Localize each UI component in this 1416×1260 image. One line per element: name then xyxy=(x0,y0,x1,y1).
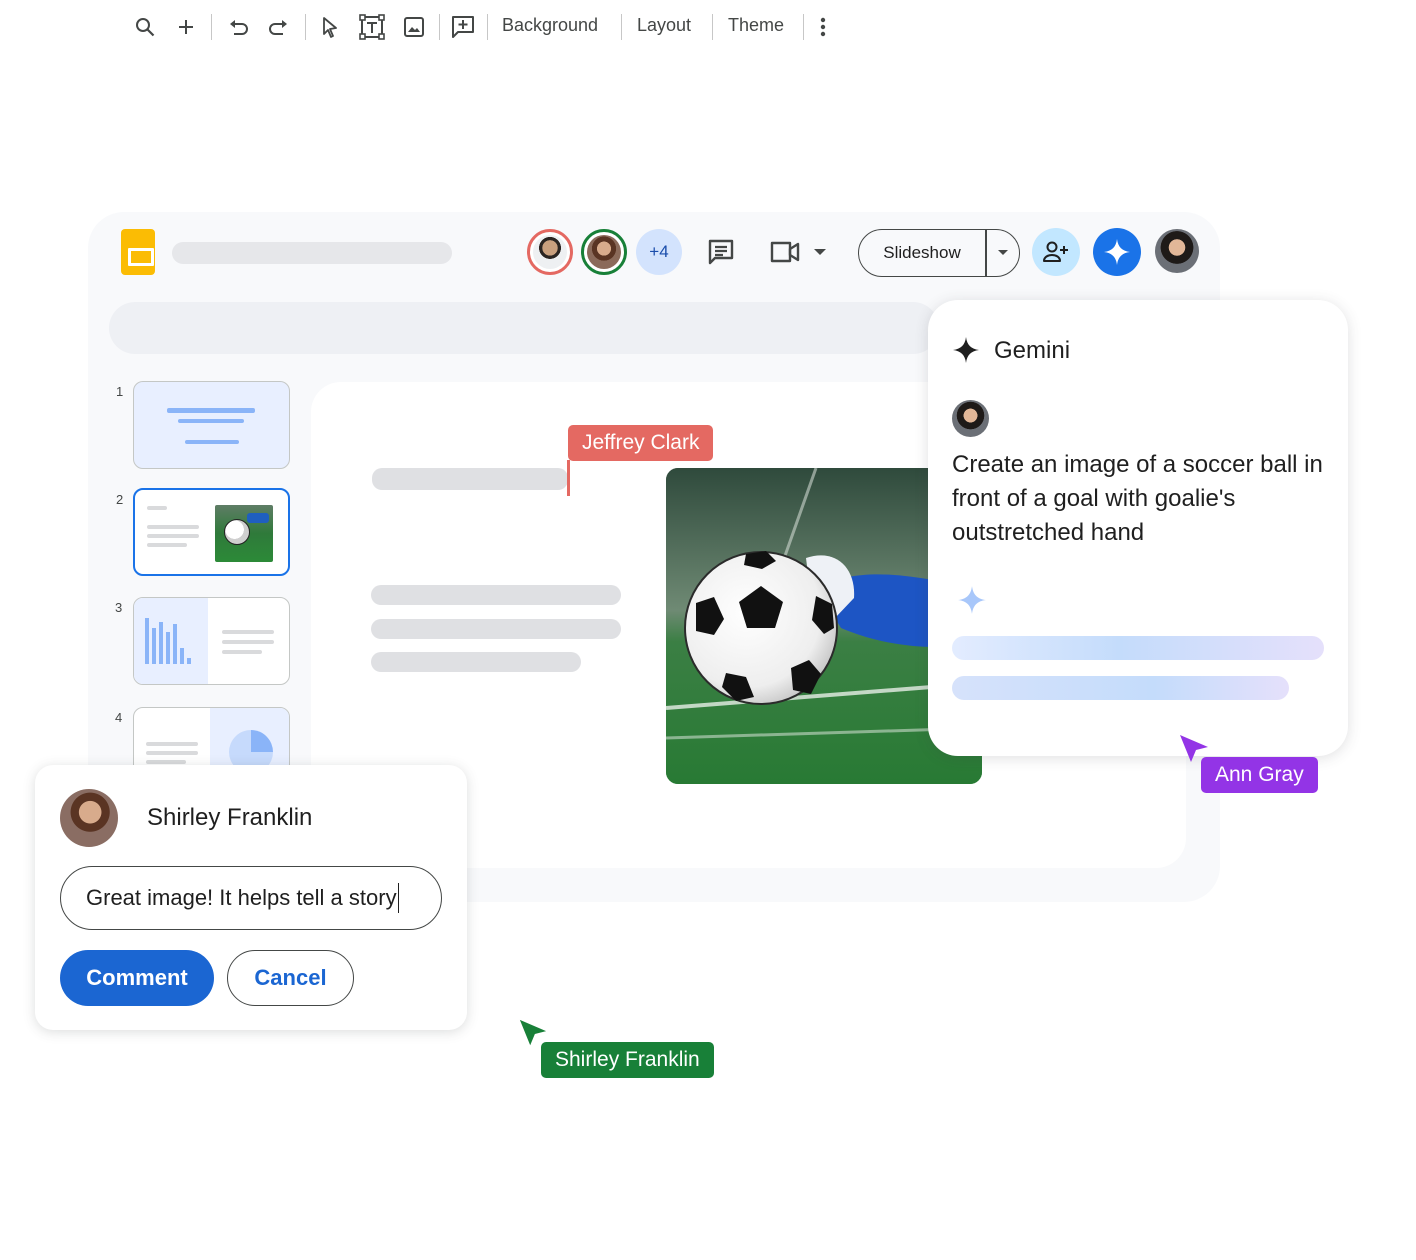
slide-number: 1 xyxy=(116,384,124,399)
collaborator-avatar-jeffrey[interactable] xyxy=(527,229,573,275)
slide-number: 2 xyxy=(116,492,124,507)
comment-input[interactable]: Great image! It helps tell a story xyxy=(60,866,442,930)
layout-button[interactable]: Layout xyxy=(637,15,691,36)
commenter-name: Shirley Franklin xyxy=(147,804,313,831)
slide-number: 4 xyxy=(115,710,123,725)
slide-title-placeholder[interactable] xyxy=(372,468,568,490)
editing-toolbar xyxy=(109,302,939,354)
collaborator-text-caret xyxy=(567,460,570,496)
gemini-loading-bar xyxy=(952,676,1289,700)
video-call-icon[interactable] xyxy=(768,235,832,269)
undo-icon[interactable] xyxy=(226,14,250,40)
background-button[interactable]: Background xyxy=(502,15,598,36)
more-collaborators-badge[interactable]: +4 xyxy=(636,229,682,275)
share-button[interactable] xyxy=(1032,228,1080,276)
slideshow-dropdown-icon[interactable] xyxy=(987,249,1020,257)
prompt-author-avatar xyxy=(952,400,989,437)
collaborator-avatar-shirley[interactable] xyxy=(581,229,627,275)
add-person-icon xyxy=(1043,241,1068,262)
theme-button[interactable]: Theme xyxy=(728,15,784,36)
collaborator-cursor-label: Shirley Franklin xyxy=(541,1042,714,1078)
collaborator-cursor-label: Jeffrey Clark xyxy=(568,425,714,461)
gemini-loading-bar xyxy=(952,636,1324,660)
slideshow-label: Slideshow xyxy=(883,243,961,262)
gemini-button[interactable] xyxy=(1093,228,1141,276)
add-comment-icon[interactable] xyxy=(451,14,475,40)
text-box-icon[interactable] xyxy=(358,14,386,40)
commenter-avatar xyxy=(60,789,118,847)
slide-body-line[interactable] xyxy=(371,619,621,639)
comment-input-value: Great image! It helps tell a story xyxy=(86,885,397,910)
slideshow-button[interactable]: Slideshow xyxy=(858,229,1020,277)
slide-thumbnail-2[interactable] xyxy=(133,488,290,576)
gemini-prompt-text: Create an image of a soccer ball in fron… xyxy=(952,451,1323,546)
slide-thumbnail-1[interactable] xyxy=(133,381,290,469)
document-title-placeholder[interactable] xyxy=(172,242,452,264)
slide-number: 3 xyxy=(115,600,123,615)
search-icon[interactable] xyxy=(133,14,157,40)
slide-body-line[interactable] xyxy=(371,652,581,672)
account-avatar[interactable] xyxy=(1155,229,1199,273)
insert-image-icon[interactable] xyxy=(402,14,426,40)
select-tool-icon[interactable] xyxy=(319,14,341,40)
slide-thumbnail-3[interactable] xyxy=(133,597,290,685)
comment-button[interactable]: Comment xyxy=(60,950,214,1006)
slide-body-line[interactable] xyxy=(371,585,621,605)
gemini-panel-title: Gemini xyxy=(994,337,1071,364)
comments-icon[interactable] xyxy=(704,235,738,269)
gemini-sparkle-icon xyxy=(953,337,979,363)
slides-logo-icon[interactable] xyxy=(121,229,155,275)
gemini-sparkle-icon xyxy=(1104,239,1130,265)
new-slide-icon[interactable] xyxy=(175,14,197,40)
collaborator-cursor-label: Ann Gray xyxy=(1201,757,1318,793)
more-options-icon[interactable] xyxy=(813,14,833,40)
gemini-loading-sparkle-icon xyxy=(958,586,986,614)
redo-icon[interactable] xyxy=(267,14,291,40)
cancel-button[interactable]: Cancel xyxy=(227,950,354,1006)
